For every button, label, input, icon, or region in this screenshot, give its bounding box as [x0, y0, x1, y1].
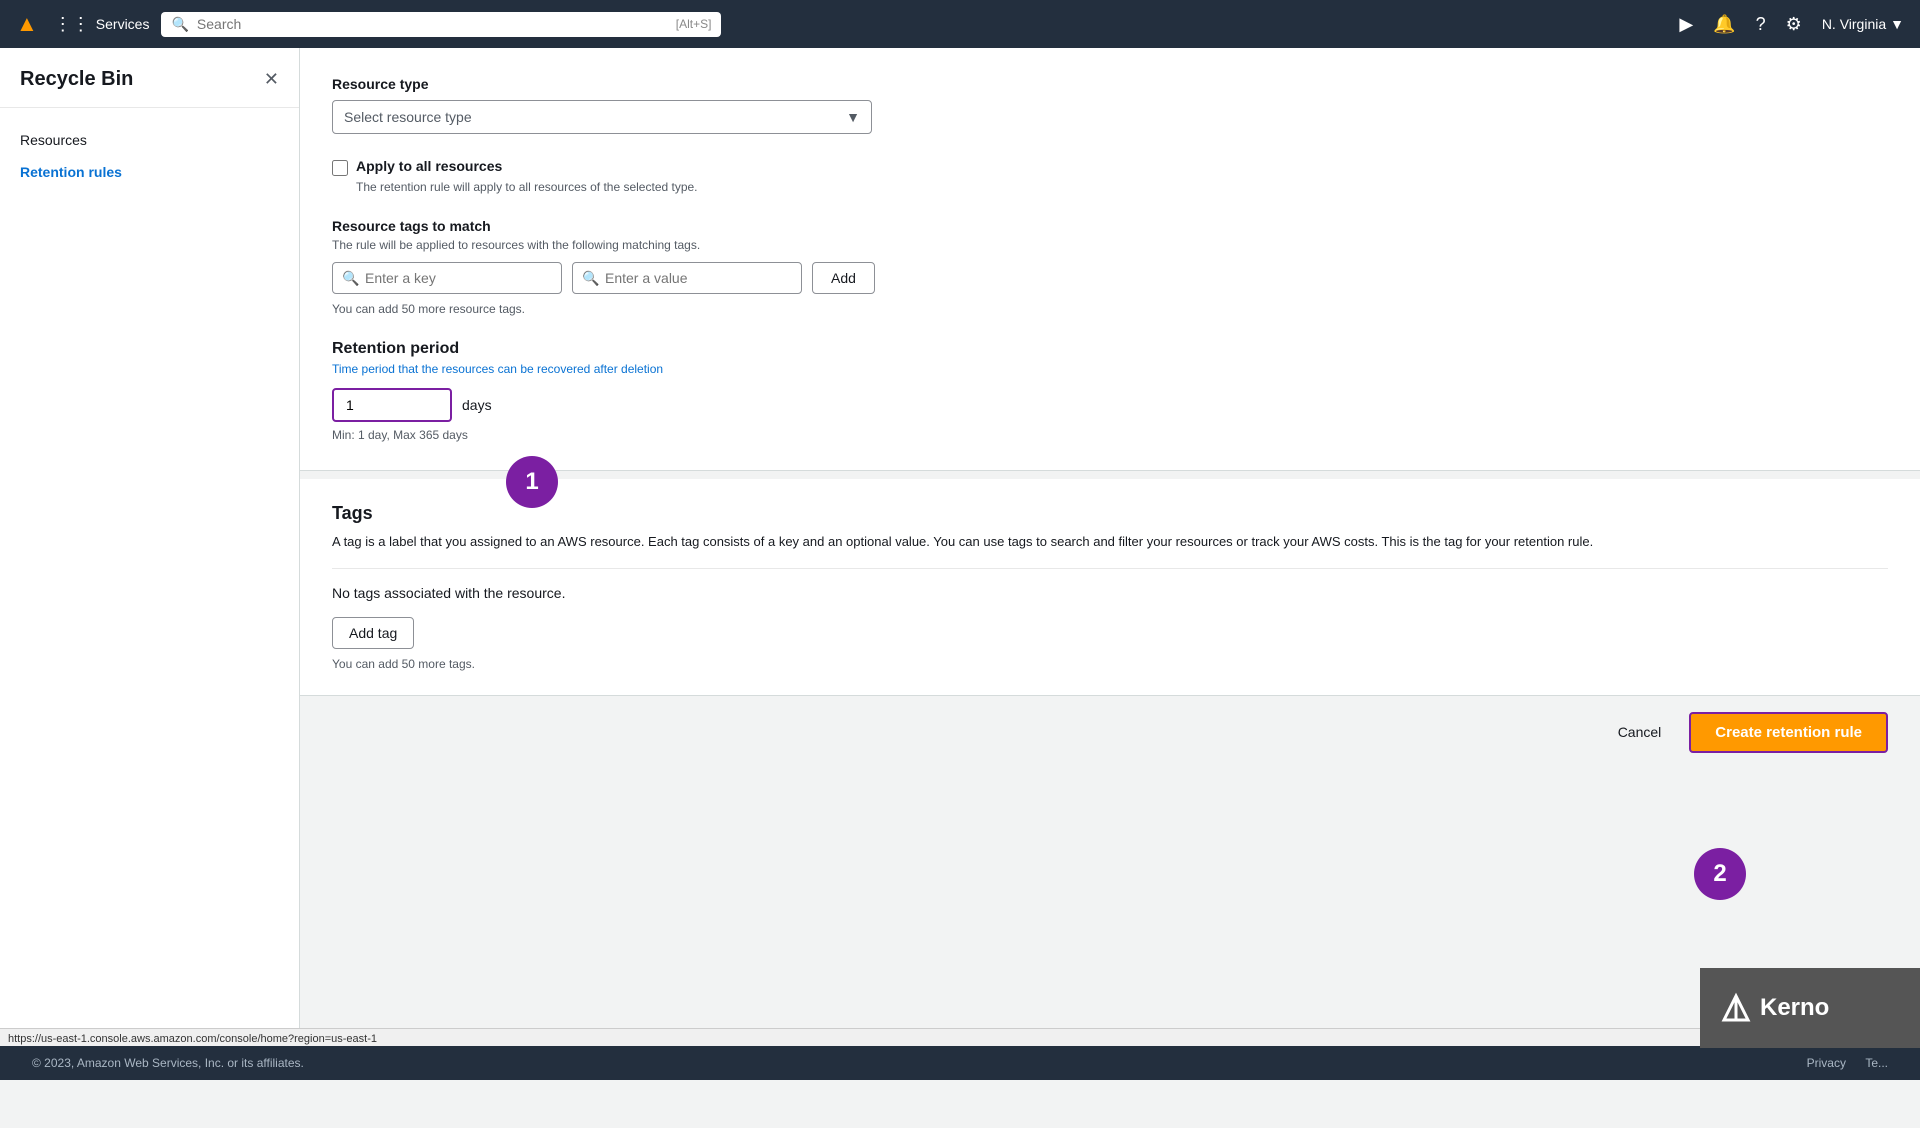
- close-icon[interactable]: ✕: [264, 69, 279, 90]
- sidebar-title: Recycle Bin: [20, 68, 133, 91]
- kerno-logo-icon: [1720, 992, 1752, 1024]
- search-bar[interactable]: 🔍 [Alt+S]: [161, 12, 721, 37]
- retention-unit-label: days: [462, 397, 492, 413]
- resource-type-section: Resource type ▼ Select resource type: [332, 76, 1888, 134]
- sidebar: Recycle Bin ✕ Resources Retention rules: [0, 48, 300, 1080]
- retention-hint: Min: 1 day, Max 365 days: [332, 428, 1888, 442]
- grid-icon: ⋮⋮: [54, 14, 90, 35]
- aws-logo-icon: ▲: [16, 11, 38, 37]
- tags-panel: Tags A tag is a label that you assigned …: [300, 479, 1920, 696]
- privacy-link[interactable]: Privacy: [1807, 1056, 1846, 1070]
- step-2-badge: 2: [1694, 848, 1746, 900]
- footer-links: Privacy Te...: [1791, 1056, 1888, 1070]
- apply-all-row: Apply to all resources: [332, 158, 1888, 176]
- resource-type-select-wrapper: ▼ Select resource type: [332, 100, 872, 134]
- kerno-label: Kerno: [1760, 994, 1829, 1022]
- tags-input-row: 🔍 🔍 Add: [332, 262, 1888, 294]
- create-retention-rule-button[interactable]: Create retention rule: [1689, 712, 1888, 753]
- retention-days-input[interactable]: 1: [332, 388, 452, 422]
- region-label: N. Virginia: [1822, 16, 1886, 32]
- terms-link[interactable]: Te...: [1865, 1056, 1888, 1070]
- services-menu[interactable]: ⋮⋮ Services: [54, 14, 150, 35]
- status-url: https://us-east-1.console.aws.amazon.com…: [8, 1033, 377, 1045]
- nav-right-icons: ▶ 🔔 ? ⚙ N. Virginia ▼: [1679, 14, 1904, 35]
- apply-all-label: Apply to all resources: [356, 158, 502, 174]
- search-input[interactable]: [197, 16, 668, 32]
- sidebar-header: Recycle Bin ✕: [0, 68, 299, 108]
- tag-key-wrapper: 🔍: [332, 262, 562, 294]
- tag-value-input[interactable]: [572, 262, 802, 294]
- terminal-icon[interactable]: ▶: [1679, 14, 1693, 35]
- add-tag-button[interactable]: Add tag: [332, 617, 414, 649]
- no-tags-message: No tags associated with the resource.: [332, 585, 1888, 601]
- retention-input-row: 1 days: [332, 388, 1888, 422]
- apply-all-section: Apply to all resources The retention rul…: [332, 158, 1888, 194]
- add-tag-hint: You can add 50 more tags.: [332, 657, 1888, 671]
- top-navigation: ▲ ⋮⋮ Services 🔍 [Alt+S] ▶ 🔔 ? ⚙ N. Virgi…: [0, 0, 1920, 48]
- bell-icon[interactable]: 🔔: [1713, 14, 1735, 35]
- help-icon[interactable]: ?: [1756, 14, 1766, 35]
- apply-all-checkbox[interactable]: [332, 160, 348, 176]
- sidebar-navigation: Resources Retention rules: [0, 108, 299, 204]
- search-shortcut: [Alt+S]: [676, 17, 712, 31]
- resource-type-select[interactable]: [332, 100, 872, 134]
- tag-key-input[interactable]: [332, 262, 562, 294]
- resource-tags-section: Resource tags to match The rule will be …: [332, 218, 1888, 316]
- resource-type-label: Resource type: [332, 76, 1888, 92]
- resource-tags-label: Resource tags to match: [332, 218, 1888, 234]
- settings-icon[interactable]: ⚙: [1786, 14, 1802, 35]
- tags-panel-description: A tag is a label that you assigned to an…: [332, 532, 1888, 552]
- retention-period-description: Time period that the resources can be re…: [332, 362, 1888, 376]
- page-footer: © 2023, Amazon Web Services, Inc. or its…: [0, 1046, 1920, 1080]
- form-panel: Resource type ▼ Select resource type App…: [300, 48, 1920, 471]
- copyright-text: © 2023, Amazon Web Services, Inc. or its…: [32, 1056, 304, 1070]
- search-icon: 🔍: [342, 270, 359, 287]
- resource-tags-description: The rule will be applied to resources wi…: [332, 238, 1888, 252]
- retention-period-label: Retention period: [332, 340, 1888, 358]
- services-label: Services: [96, 16, 150, 32]
- add-tag-key-value-button[interactable]: Add: [812, 262, 875, 294]
- main-layout: Recycle Bin ✕ Resources Retention rules …: [0, 48, 1920, 1080]
- search-icon: 🔍: [582, 270, 599, 287]
- chevron-down-icon: ▼: [1890, 16, 1904, 32]
- cancel-button[interactable]: Cancel: [1606, 716, 1674, 748]
- form-actions: Cancel Create retention rule: [300, 696, 1920, 769]
- kerno-watermark: Kerno: [1700, 968, 1920, 1048]
- tag-value-wrapper: 🔍: [572, 262, 802, 294]
- search-icon: 🔍: [171, 16, 188, 33]
- tags-panel-title: Tags: [332, 503, 1888, 524]
- sidebar-item-resources[interactable]: Resources: [0, 124, 299, 156]
- apply-all-description: The retention rule will apply to all res…: [356, 180, 1888, 194]
- status-bar: https://us-east-1.console.aws.amazon.com…: [0, 1028, 1920, 1048]
- sidebar-item-retention-rules[interactable]: Retention rules: [0, 156, 299, 188]
- retention-period-section: Retention period Time period that the re…: [332, 340, 1888, 442]
- tags-divider: [332, 568, 1888, 569]
- main-content: Resource type ▼ Select resource type App…: [300, 48, 1920, 1080]
- step-1-badge: 1: [506, 456, 558, 508]
- region-selector[interactable]: N. Virginia ▼: [1822, 16, 1904, 32]
- tags-hint: You can add 50 more resource tags.: [332, 302, 1888, 316]
